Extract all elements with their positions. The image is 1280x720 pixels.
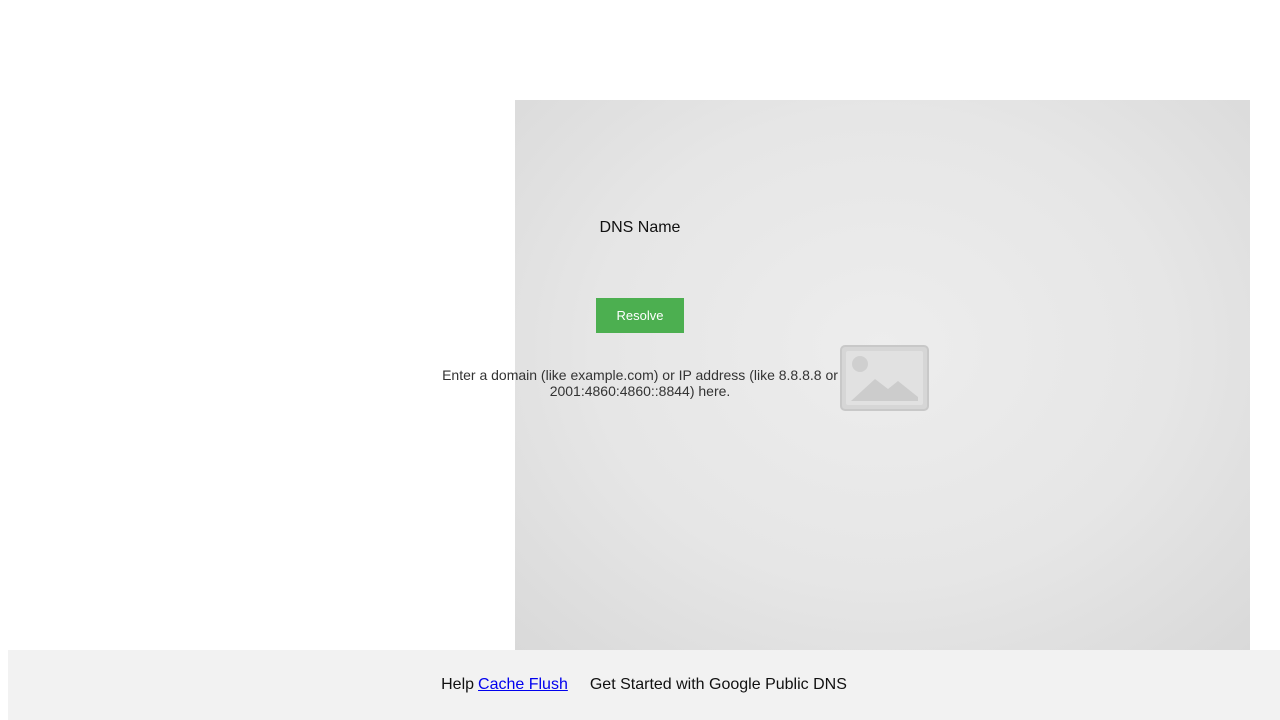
dns-name-label: DNS Name — [599, 219, 681, 236]
footer-help: Help — [441, 676, 475, 693]
resolve-button[interactable]: Resolve — [596, 298, 684, 333]
help-text-line1: Enter a domain (like example.com) or IP … — [442, 367, 838, 383]
get-started-text: Get Started with Google Public DNS — [589, 676, 847, 693]
dns-name-input[interactable] — [598, 252, 768, 280]
page: DNS Name Resolve Enter a domain (like ex… — [0, 0, 1280, 720]
cache-flush-link[interactable]: Cache Flush — [478, 676, 568, 694]
image-placeholder-icon — [840, 345, 929, 411]
help-text: Enter a domain (like example.com) or IP … — [430, 367, 850, 399]
help-text-line2: 2001:4860:4860::8844) here. — [549, 383, 731, 399]
footer: Help Cache Flush Get Started with Google… — [8, 650, 1280, 720]
